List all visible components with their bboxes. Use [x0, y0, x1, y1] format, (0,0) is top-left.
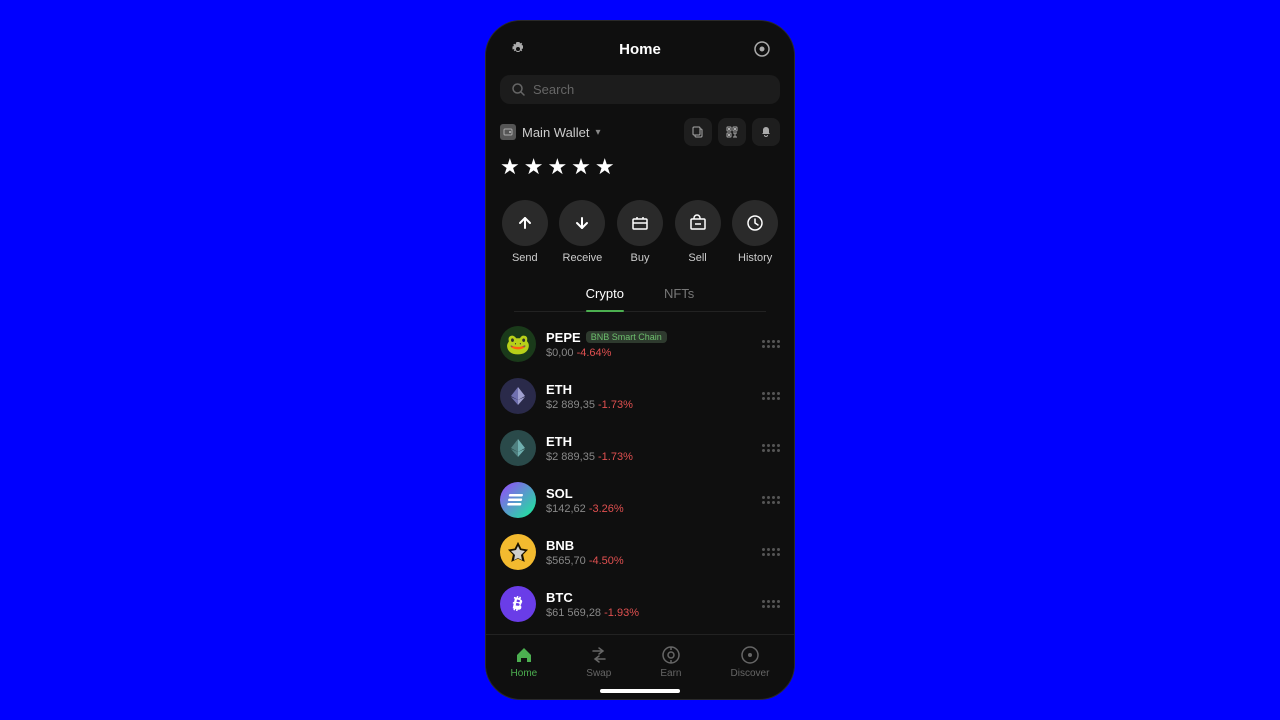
- home-icon: [514, 645, 534, 665]
- settings-button[interactable]: [504, 35, 532, 63]
- search-bar[interactable]: Search: [500, 75, 780, 104]
- list-item[interactable]: 🐸 PEPE BNB Smart Chain $0,00 -4.64%: [486, 318, 794, 370]
- nav-swap[interactable]: Swap: [576, 643, 621, 681]
- crypto-info: ETH $2 889,35 -1.73%: [546, 382, 752, 411]
- wallet-section: Main Wallet ▾: [486, 114, 794, 152]
- quick-actions: Send Receive Buy: [486, 194, 794, 278]
- bell-button[interactable]: [752, 118, 780, 146]
- buy-action[interactable]: Buy: [617, 200, 663, 264]
- search-icon: [512, 83, 525, 96]
- crypto-info: PEPE BNB Smart Chain $0,00 -4.64%: [546, 330, 752, 359]
- more-dots[interactable]: [762, 340, 780, 348]
- price-change: -1.73%: [598, 451, 633, 463]
- crypto-price: $2 889,35: [546, 399, 598, 411]
- bnb-avatar: [500, 534, 536, 570]
- buy-label: Buy: [631, 252, 650, 264]
- sell-action[interactable]: Sell: [675, 200, 721, 264]
- bottom-nav: Home Swap Earn Discover: [486, 634, 794, 685]
- sell-icon-circle: [675, 200, 721, 246]
- tabs-container: Crypto NFTs: [500, 278, 780, 312]
- chain-badge: BNB Smart Chain: [586, 331, 667, 343]
- more-dots[interactable]: [762, 392, 780, 400]
- history-label: History: [738, 252, 772, 264]
- wallet-name[interactable]: Main Wallet: [522, 125, 589, 140]
- nav-discover-label: Discover: [731, 668, 770, 679]
- more-dots[interactable]: [762, 548, 780, 556]
- price-change: -4.50%: [589, 555, 624, 567]
- crypto-price: $0,00: [546, 347, 577, 359]
- earn-icon: [661, 645, 681, 665]
- eth-avatar: [500, 378, 536, 414]
- receive-label: Receive: [563, 252, 603, 264]
- crypto-price: $2 889,35: [546, 451, 598, 463]
- more-dots[interactable]: [762, 600, 780, 608]
- eth2-avatar: [500, 430, 536, 466]
- sell-label: Sell: [688, 252, 706, 264]
- receive-action[interactable]: Receive: [559, 200, 605, 264]
- qr-button[interactable]: [718, 118, 746, 146]
- history-action[interactable]: History: [732, 200, 778, 264]
- wallet-dropdown-arrow[interactable]: ▾: [595, 127, 600, 138]
- price-change: -4.64%: [577, 347, 612, 359]
- crypto-price: $142,62: [546, 503, 589, 515]
- crypto-symbol: ETH: [546, 382, 572, 397]
- crypto-list: 🐸 PEPE BNB Smart Chain $0,00 -4.64%: [486, 312, 794, 634]
- copy-button[interactable]: [684, 118, 712, 146]
- list-item[interactable]: BNB $565,70 -4.50%: [486, 526, 794, 578]
- crypto-symbol: SOL: [546, 486, 573, 501]
- crypto-info: BNB $565,70 -4.50%: [546, 538, 752, 567]
- nav-swap-label: Swap: [586, 668, 611, 679]
- balance-row: ★★★★★: [486, 152, 794, 194]
- header: Home: [486, 21, 794, 71]
- price-change: -3.26%: [589, 503, 624, 515]
- crypto-price: $565,70: [546, 555, 589, 567]
- list-item[interactable]: ETH $2 889,35 -1.73%: [486, 422, 794, 474]
- swap-icon: [589, 645, 609, 665]
- wallet-left: Main Wallet ▾: [500, 124, 600, 140]
- home-indicator: [600, 689, 680, 693]
- nav-earn[interactable]: Earn: [650, 643, 691, 681]
- price-change: -1.93%: [604, 607, 639, 619]
- btc-purple-avatar: [500, 586, 536, 622]
- crypto-price: $61 569,28: [546, 607, 604, 619]
- crypto-symbol: PEPE: [546, 330, 581, 345]
- tab-nfts[interactable]: NFTs: [664, 278, 694, 311]
- list-item[interactable]: BTC $61 569,28 -1.93%: [486, 578, 794, 630]
- crypto-symbol: BTC: [546, 590, 573, 605]
- send-action[interactable]: Send: [502, 200, 548, 264]
- send-icon-circle: [502, 200, 548, 246]
- page-title: Home: [619, 41, 661, 58]
- more-dots[interactable]: [762, 496, 780, 504]
- crypto-info: BTC $61 569,28 -1.93%: [546, 590, 752, 619]
- send-label: Send: [512, 252, 538, 264]
- discover-icon: [740, 645, 760, 665]
- wallet-icon: [500, 124, 516, 140]
- crypto-symbol: BNB: [546, 538, 574, 553]
- sol-avatar: [500, 482, 536, 518]
- pepe-avatar: 🐸: [500, 326, 536, 362]
- wallet-action-icons: [684, 118, 780, 146]
- tabs-row: Crypto NFTs: [514, 278, 766, 312]
- crypto-symbol: ETH: [546, 434, 572, 449]
- price-change: -1.73%: [598, 399, 633, 411]
- balance-masked: ★★★★★: [500, 154, 619, 179]
- receive-icon-circle: [559, 200, 605, 246]
- tab-crypto[interactable]: Crypto: [586, 278, 624, 311]
- phone-frame: Home Search Main Wallet ▾: [485, 20, 795, 700]
- crypto-info: SOL $142,62 -3.26%: [546, 486, 752, 515]
- buy-icon-circle: [617, 200, 663, 246]
- connect-button[interactable]: [748, 35, 776, 63]
- history-icon-circle: [732, 200, 778, 246]
- more-dots[interactable]: [762, 444, 780, 452]
- crypto-info: ETH $2 889,35 -1.73%: [546, 434, 752, 463]
- search-placeholder: Search: [533, 82, 574, 97]
- nav-home-label: Home: [511, 668, 538, 679]
- nav-earn-label: Earn: [660, 668, 681, 679]
- list-item[interactable]: SOL $142,62 -3.26%: [486, 474, 794, 526]
- list-item[interactable]: ETH $2 889,35 -1.73%: [486, 370, 794, 422]
- nav-discover[interactable]: Discover: [721, 643, 780, 681]
- nav-home[interactable]: Home: [501, 643, 548, 681]
